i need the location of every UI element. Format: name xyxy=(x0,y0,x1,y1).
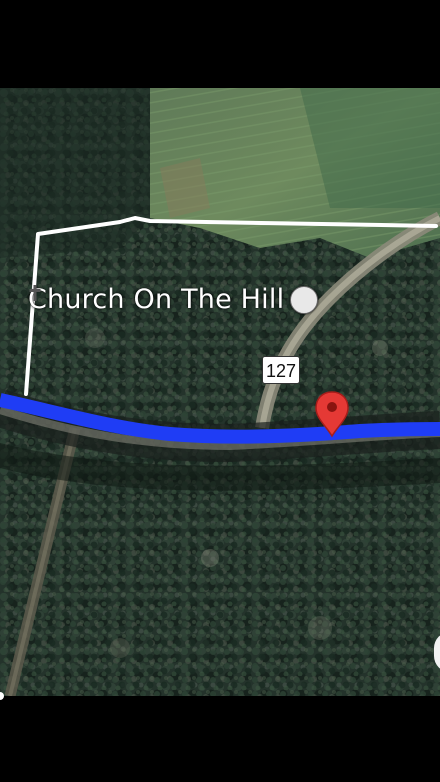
place-name[interactable]: Church On The Hill xyxy=(28,284,284,315)
screen: Church On The Hill 127 xyxy=(0,0,440,782)
satellite-map[interactable]: Church On The Hill 127 xyxy=(0,88,440,696)
place-label[interactable]: Church On The Hill xyxy=(28,284,319,315)
red-location-pin-icon[interactable] xyxy=(314,390,350,438)
edge-marker xyxy=(0,692,4,700)
satellite-imagery xyxy=(0,88,440,696)
road-number-shield: 127 xyxy=(262,356,301,384)
church-cross-icon[interactable] xyxy=(29,285,319,314)
